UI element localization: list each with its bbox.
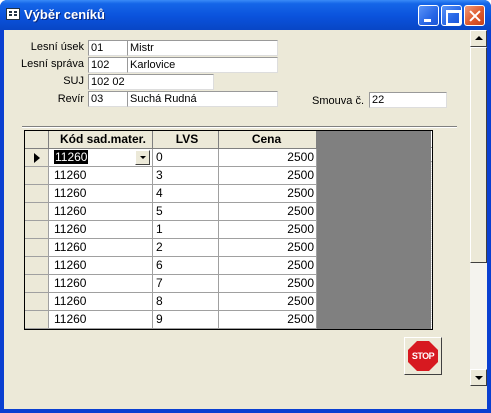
- kod-value: 11260: [54, 186, 87, 200]
- scroll-up-icon[interactable]: [470, 30, 487, 47]
- current-record-arrow-icon: [34, 153, 40, 163]
- kod-value: 11260: [54, 204, 87, 218]
- lvs-cell[interactable]: 0: [153, 149, 219, 167]
- lvs-cell[interactable]: 1: [153, 221, 219, 239]
- cena-cell[interactable]: 2500: [219, 239, 317, 257]
- scroll-thumb[interactable]: [431, 148, 432, 162]
- kod-cell[interactable]: 11260: [49, 293, 153, 311]
- record-selector[interactable]: [25, 275, 49, 293]
- kod-value: 11260: [54, 276, 87, 290]
- kod-value: 11260: [54, 294, 87, 308]
- form-scrollbar[interactable]: [470, 30, 487, 386]
- lesni-usek-code-field[interactable]: 01: [88, 40, 128, 56]
- dropdown-arrow-icon[interactable]: [135, 150, 150, 165]
- lvs-cell[interactable]: 9: [153, 311, 219, 329]
- lvs-cell[interactable]: 3: [153, 167, 219, 185]
- scroll-thumb[interactable]: [470, 47, 487, 263]
- cena-cell[interactable]: 2500: [219, 311, 317, 329]
- title-bar[interactable]: Výběr ceníků: [0, 0, 491, 30]
- kod-cell[interactable]: 11260: [49, 185, 153, 203]
- column-header-cena[interactable]: Cena: [219, 131, 317, 149]
- cena-cell[interactable]: 2500: [219, 149, 317, 167]
- section-divider: [22, 126, 457, 128]
- record-selector[interactable]: [25, 221, 49, 239]
- form-icon: [6, 8, 20, 20]
- cena-cell[interactable]: 2500: [219, 257, 317, 275]
- kod-value: 11260: [54, 168, 87, 182]
- cena-cell[interactable]: 2500: [219, 293, 317, 311]
- lvs-cell[interactable]: 6: [153, 257, 219, 275]
- kod-value: 11260: [54, 222, 87, 236]
- scroll-up-icon[interactable]: [431, 131, 432, 148]
- kod-cell[interactable]: 11260: [49, 167, 153, 185]
- smouva-label: Smouva č.: [312, 95, 364, 107]
- cena-cell[interactable]: 2500: [219, 221, 317, 239]
- scroll-down-icon[interactable]: [470, 369, 487, 386]
- record-selector[interactable]: [25, 293, 49, 311]
- kod-cell[interactable]: 11260: [49, 239, 153, 257]
- stop-button[interactable]: STOP: [404, 337, 442, 375]
- stop-sign-icon: STOP: [408, 341, 438, 371]
- suj-label: SUJ: [63, 75, 84, 87]
- lvs-cell[interactable]: 2: [153, 239, 219, 257]
- lesni-sprava-name-field[interactable]: Karlovice: [127, 57, 278, 73]
- lesni-sprava-label: Lesní správa: [21, 58, 84, 70]
- app-window: Výběr ceníků Lesní úsek 01 Mistr Lesní s…: [0, 0, 491, 413]
- kod-cell[interactable]: 11260: [49, 275, 153, 293]
- kod-cell[interactable]: 11260: [49, 149, 153, 167]
- lesni-usek-label: Lesní úsek: [30, 41, 84, 53]
- kod-cell[interactable]: 11260: [49, 257, 153, 275]
- record-selector[interactable]: [25, 185, 49, 203]
- record-selector[interactable]: [25, 239, 49, 257]
- record-selector[interactable]: [25, 167, 49, 185]
- lvs-cell[interactable]: 8: [153, 293, 219, 311]
- lvs-cell[interactable]: 7: [153, 275, 219, 293]
- revir-name-field[interactable]: Suchá Rudná: [127, 91, 278, 107]
- revir-label: Revír: [57, 93, 84, 105]
- column-header-kod[interactable]: Kód sad.mater.: [49, 131, 153, 149]
- cena-cell[interactable]: 2500: [219, 203, 317, 221]
- record-selector[interactable]: [25, 149, 49, 167]
- close-button[interactable]: [464, 5, 485, 26]
- lesni-sprava-code-field[interactable]: 102: [88, 57, 128, 73]
- maximize-button[interactable]: [441, 5, 462, 26]
- minimize-button[interactable]: [418, 5, 439, 26]
- cena-cell[interactable]: 2500: [219, 185, 317, 203]
- record-selector[interactable]: [25, 203, 49, 221]
- cena-cell[interactable]: 2500: [219, 275, 317, 293]
- kod-cell[interactable]: 11260: [49, 311, 153, 329]
- lvs-cell[interactable]: 4: [153, 185, 219, 203]
- cena-cell[interactable]: 2500: [219, 167, 317, 185]
- record-selector-header[interactable]: [25, 131, 49, 149]
- kod-cell[interactable]: 11260: [49, 221, 153, 239]
- kod-value: 11260: [54, 150, 89, 164]
- price-datasheet: Kód sad.mater. LVS Cena 11260 0 2500 11260 3…: [24, 130, 433, 330]
- kod-value: 11260: [54, 258, 87, 272]
- column-header-lvs[interactable]: LVS: [153, 131, 219, 149]
- kod-value: 11260: [54, 312, 87, 326]
- suj-field[interactable]: 102 02: [88, 74, 214, 90]
- record-selector[interactable]: [25, 257, 49, 275]
- window-title: Výběr ceníků: [24, 7, 105, 22]
- kod-cell[interactable]: 11260: [49, 203, 153, 221]
- kod-value: 11260: [54, 240, 87, 254]
- lvs-cell[interactable]: 5: [153, 203, 219, 221]
- smouva-field[interactable]: 22: [369, 92, 447, 108]
- datasheet-scrollbar[interactable]: [431, 131, 432, 329]
- revir-code-field[interactable]: 03: [88, 91, 128, 107]
- record-selector[interactable]: [25, 311, 49, 329]
- lesni-usek-name-field[interactable]: Mistr: [127, 40, 278, 56]
- form-body: Lesní úsek 01 Mistr Lesní správa 102 Kar…: [4, 30, 487, 409]
